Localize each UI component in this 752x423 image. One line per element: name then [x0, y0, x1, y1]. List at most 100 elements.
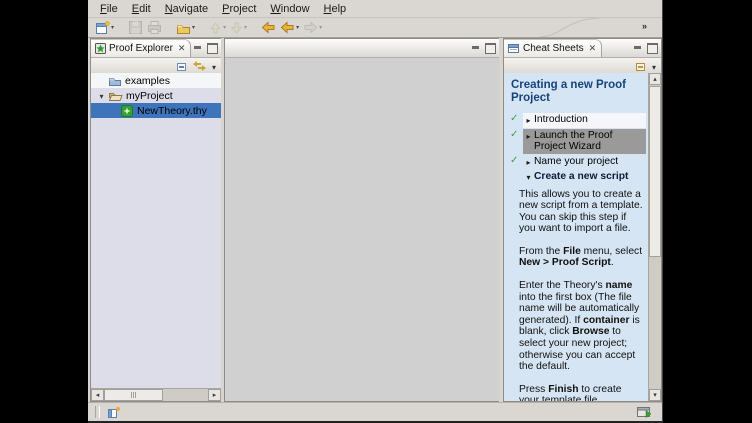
- menu-navigate[interactable]: Navigate: [159, 2, 216, 16]
- previous-annotation-icon: [209, 21, 222, 35]
- menu-edit[interactable]: Edit: [126, 2, 159, 16]
- collapse-all-icon[interactable]: [175, 61, 187, 72]
- tab-label: Proof Explorer: [109, 43, 173, 54]
- expand-arrow-icon[interactable]: [523, 130, 534, 153]
- tree-item-myProject[interactable]: myProject: [91, 88, 221, 103]
- sash-right[interactable]: [499, 38, 502, 402]
- check-icon: [509, 155, 523, 167]
- next-annotation-icon: [230, 21, 243, 35]
- minimize-button[interactable]: [633, 44, 643, 53]
- minimize-button[interactable]: [193, 44, 203, 53]
- tree-item-examples[interactable]: examples: [91, 73, 221, 88]
- dropdown-caret-icon[interactable]: ▾: [223, 25, 226, 31]
- main-toolbar: ▾ ▾ ▾ ▾ ▾ ▾ »: [88, 18, 662, 38]
- scroll-right-icon[interactable]: [208, 389, 221, 401]
- menu-help[interactable]: Help: [318, 2, 355, 16]
- print-button[interactable]: [145, 19, 164, 36]
- proof-explorer-header: Proof Explorer ✕: [91, 39, 221, 58]
- dropdown-caret-icon[interactable]: ▾: [192, 25, 195, 31]
- folder-open-icon: [108, 90, 123, 102]
- collapse-arrow-icon[interactable]: [523, 171, 534, 184]
- scroll-left-icon[interactable]: [91, 389, 104, 401]
- new-folder-icon: [176, 21, 191, 35]
- new-wizard-icon: [95, 20, 110, 35]
- maximize-button[interactable]: [485, 43, 496, 54]
- last-edit-location-icon: [261, 21, 276, 34]
- tab-cheat-sheets[interactable]: Cheat Sheets ✕: [504, 39, 602, 57]
- cheat-sheet-title: Creating a new Proof Project: [511, 79, 644, 105]
- fast-view-icon[interactable]: [108, 406, 121, 419]
- forward-icon: [303, 21, 318, 34]
- expand-arrow-icon[interactable]: [523, 156, 534, 169]
- scroll-up-icon[interactable]: [649, 73, 661, 85]
- progress-view-icon[interactable]: [637, 406, 652, 418]
- close-icon[interactable]: ✕: [589, 43, 597, 54]
- description-paragraph-1: This allows you to create a new script f…: [519, 189, 644, 235]
- menu-file[interactable]: File: [94, 2, 126, 16]
- description-paragraph-3: Enter the Theory's name into the first b…: [519, 280, 644, 373]
- screen: FileEditNavigateProjectWindowHelp ▾▾▾▾▾▾…: [0, 0, 752, 423]
- expand-arrow-icon[interactable]: [523, 114, 534, 127]
- dropdown-caret-icon[interactable]: ▾: [244, 25, 247, 31]
- print-icon: [147, 20, 162, 35]
- step-body[interactable]: Create a new script: [523, 170, 646, 185]
- scrollbar-thumb[interactable]: [104, 389, 163, 401]
- editor-header: [225, 39, 499, 58]
- maximize-button[interactable]: [647, 43, 658, 54]
- proof-explorer-icon: [95, 43, 106, 54]
- tab-label: Cheat Sheets: [523, 43, 584, 54]
- close-icon[interactable]: ✕: [178, 43, 186, 54]
- save-icon: [128, 20, 143, 35]
- minimize-button[interactable]: [471, 44, 481, 53]
- dropdown-caret-icon[interactable]: ▾: [296, 25, 299, 31]
- step-body[interactable]: Launch the Proof Project Wizard: [523, 129, 646, 154]
- cheat-sheet-content: Creating a new Proof Project Introductio…: [504, 73, 661, 401]
- description-paragraph-4: Press Finish to create your template fil…: [519, 384, 644, 401]
- link-with-editor-icon[interactable]: [193, 61, 206, 71]
- toolbar-separator-curve: [540, 18, 600, 37]
- cheat-sheets-view: Cheat Sheets ✕ Creating a new Proof Proj…: [503, 38, 662, 402]
- check-icon: [509, 129, 523, 141]
- menu-window[interactable]: Window: [264, 2, 317, 16]
- new-folder-button[interactable]: ▾: [174, 19, 197, 36]
- step-body[interactable]: Introduction: [523, 113, 646, 128]
- forward-button[interactable]: ▾: [301, 19, 324, 36]
- back-button[interactable]: ▾: [278, 19, 301, 36]
- cheat-steps: Introduction Launch the Proof Project Wiz…: [509, 113, 646, 185]
- tab-proof-explorer[interactable]: Proof Explorer ✕: [91, 39, 191, 57]
- toolbar-overflow-chevron[interactable]: »: [642, 21, 646, 31]
- project-tree: examplesmyProject NewTheory.thy: [91, 73, 221, 388]
- collapse-all-icon[interactable]: [634, 61, 646, 72]
- next-annotation-button[interactable]: ▾: [228, 19, 249, 36]
- menu-project[interactable]: Project: [216, 2, 264, 16]
- tree-item-label: NewTheory.thy: [137, 105, 207, 117]
- status-bar: [88, 402, 662, 421]
- cheat-step-launch-the-proof-project-wizard[interactable]: Launch the Proof Project Wizard: [509, 129, 646, 154]
- scrollbar-thumb[interactable]: [649, 86, 661, 257]
- tree-item-NewTheory.thy[interactable]: NewTheory.thy: [91, 103, 221, 118]
- dropdown-caret-icon[interactable]: ▾: [111, 25, 114, 31]
- eclipse-window: FileEditNavigateProjectWindowHelp ▾▾▾▾▾▾…: [88, 0, 663, 423]
- maximize-button[interactable]: [207, 43, 218, 54]
- cheat-step-create-a-new-script[interactable]: Create a new script: [509, 170, 646, 185]
- theory-file-icon: [121, 105, 134, 117]
- horizontal-scrollbar[interactable]: [91, 388, 221, 401]
- expander-open-icon[interactable]: [95, 90, 108, 102]
- dropdown-caret-icon[interactable]: ▾: [319, 25, 322, 31]
- new-wizard-button[interactable]: ▾: [93, 19, 116, 36]
- step-label: Name your project: [534, 156, 646, 169]
- cheat-step-description: This allows you to create a new script f…: [509, 189, 646, 402]
- cheat-sheets-header: Cheat Sheets ✕: [504, 39, 661, 58]
- fast-view-bar-handle[interactable]: [95, 406, 100, 418]
- step-label: Launch the Proof Project Wizard: [534, 130, 646, 153]
- step-label: Create a new script: [534, 171, 646, 184]
- vertical-scrollbar[interactable]: [648, 73, 661, 401]
- step-body[interactable]: Name your project: [523, 155, 646, 170]
- cheat-step-name-your-project[interactable]: Name your project: [509, 155, 646, 170]
- proof-explorer-view: Proof Explorer ✕ examplesmyProject NewThe…: [90, 38, 222, 402]
- previous-annotation-button[interactable]: ▾: [207, 19, 228, 36]
- cheat-step-introduction[interactable]: Introduction: [509, 113, 646, 128]
- save-button[interactable]: [126, 19, 145, 36]
- last-edit-location-button[interactable]: [259, 19, 278, 36]
- scroll-down-icon[interactable]: [649, 389, 661, 401]
